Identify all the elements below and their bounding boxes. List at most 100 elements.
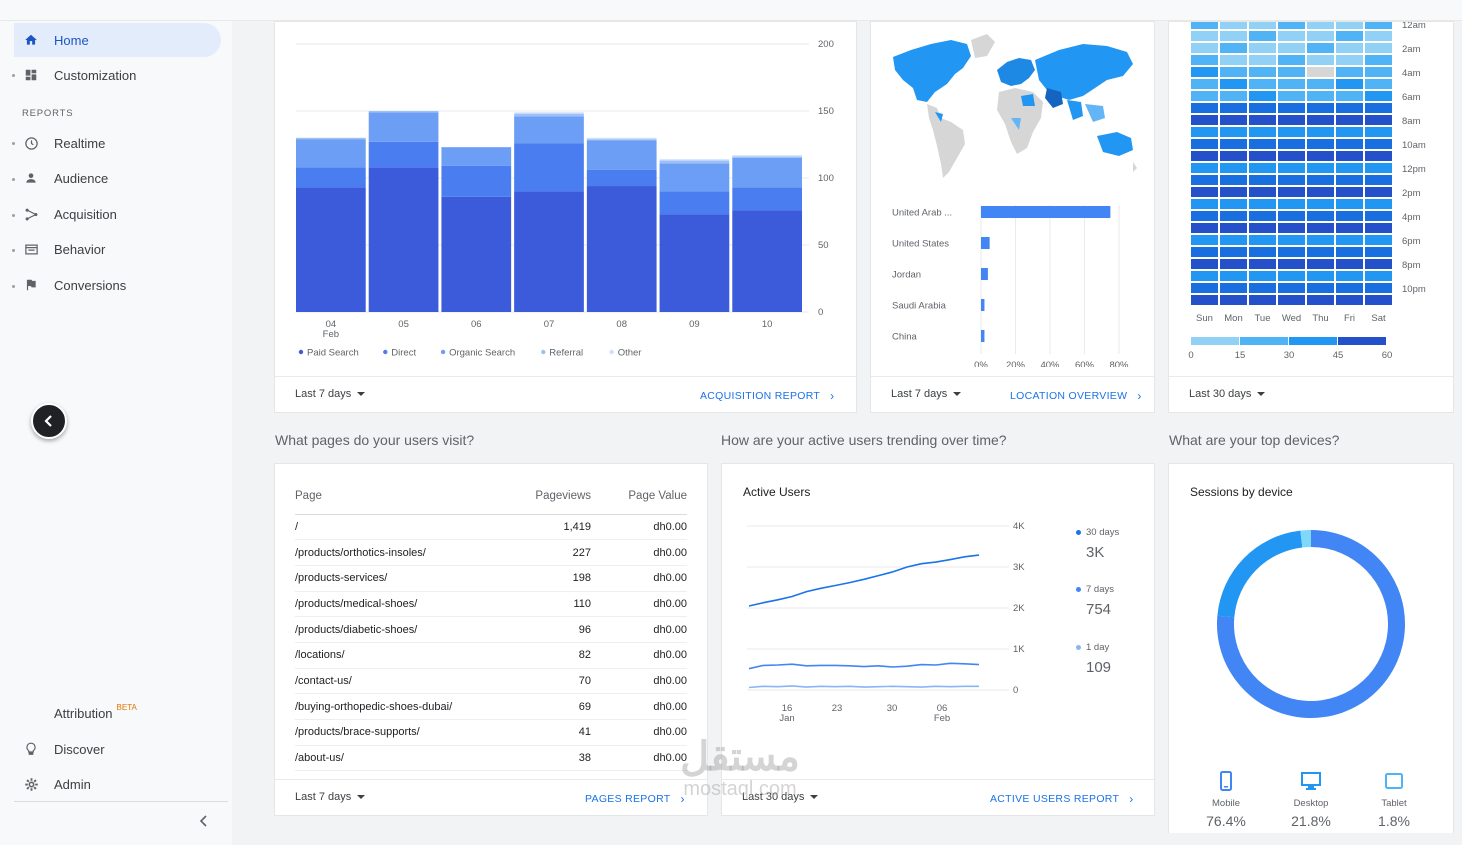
date-range-label: Last 30 days [742,791,805,803]
table-row[interactable]: /products/diabetic-shoes/96 dh0.00 [295,616,687,643]
x-tick-label: 80% [1109,360,1129,367]
heatmap-cell [1220,103,1247,113]
active-users-report-link[interactable]: ACTIVE USERS REPORT › [990,792,1134,806]
person-icon [22,169,40,187]
heatmap-cell [1249,163,1276,173]
legend-label: Referral [549,348,583,359]
heatmap-cell [1365,199,1392,209]
sidebar-item-home[interactable]: Home [14,23,221,57]
heatmap-cell [1249,67,1276,77]
day-label: Sun [1196,313,1213,324]
heatmap-cell [1365,175,1392,185]
scale-segment [1191,337,1239,345]
acquisition-chart: 05010015020004 05 06 07 08 09 10FebPaid Search… [296,39,834,359]
back-button[interactable] [31,403,67,439]
date-range-dropdown[interactable]: Last 7 days [295,388,366,400]
table-row[interactable]: /1,419 dh0.00 [295,514,687,541]
date-range-dropdown[interactable]: Last 30 days [1189,388,1266,400]
device-value: 76.4% [1206,813,1246,829]
heatmap-cell [1336,235,1363,245]
y-tick-label: 3K [1013,562,1025,573]
acquisition-report-link[interactable]: ACQUISITION REPORT › [700,389,834,403]
chevron-right-icon: › [1129,792,1134,806]
device-value: 1.8% [1378,813,1410,829]
pageviews-cell: 227 [509,539,608,566]
table-row[interactable]: /products-services/198 dh0.00 [295,565,687,592]
heatmap-cell [1336,211,1363,221]
date-range-dropdown[interactable]: Last 7 days [891,388,962,400]
sidebar-item-conversions[interactable]: Conversions [14,268,221,302]
bar [981,237,990,249]
table-row[interactable]: /contact-us/70 dh0.00 [295,668,687,695]
collapse-sidebar-button[interactable] [193,811,215,831]
sidebar-item-label: Attribution [54,705,113,721]
heatmap-cell [1220,151,1247,161]
table-row[interactable]: /locations/82 dh0.00 [295,642,687,669]
heatmap-cell [1220,31,1247,41]
page-value-cell: dh0.00 [607,565,687,592]
sidebar-item-attribution[interactable]: Attribution BETA [14,696,221,730]
bar-segment [732,156,802,158]
heatmap-cell [1365,247,1392,257]
x-tick-label: 05 [398,319,409,330]
heatmap-cell [1365,223,1392,233]
bar-segment [514,143,584,192]
heatmap-cell [1278,67,1305,77]
table-row[interactable]: /products/orthotics-insoles/227 dh0.00 [295,539,687,566]
pageviews-cell: 198 [509,565,608,592]
table-row[interactable]: /buying-orthopedic-shoes-dubai/69 dh0.00 [295,693,687,720]
sidebar-item-behavior[interactable]: Behavior [14,232,221,266]
sidebar-item-admin[interactable]: Admin [14,767,221,801]
devices-card: Sessions by device Mobile 76.4% Desktop … [1168,463,1454,833]
location-card: 0% 20% 40% 60% 80% United Arab ... United Stat… [870,21,1155,413]
card-footer: Last 7 days LOCATION OVERVIEW › [871,376,1154,412]
heatmap-cell [1278,79,1305,89]
sidebar-item-discover[interactable]: Discover [14,732,221,766]
chevron-left-icon [44,415,52,427]
card-footer: Last 30 days ACTIVE USERS REPORT › [722,779,1154,815]
heatmap-cell [1191,103,1218,113]
bar-segment [514,113,584,117]
date-range-dropdown[interactable]: Last 30 days [742,791,819,803]
heatmap-cell [1336,91,1363,101]
bar [981,268,988,280]
heatmap-cell [1307,295,1334,305]
sidebar-item-acquisition[interactable]: Acquisition [14,197,221,231]
country-label: Jordan [892,270,921,281]
pages-report-link[interactable]: PAGES REPORT › [585,792,685,806]
report-link-label: LOCATION OVERVIEW [1010,390,1128,402]
sidebar-item-label: Discover [54,741,105,757]
bar-segment [586,137,657,140]
heatmap-cell [1336,163,1363,173]
heatmap-cell [1336,259,1363,269]
sidebar-item-audience[interactable]: Audience [14,161,221,195]
heatmap-cell [1191,295,1218,305]
devices-title: Sessions by device [1190,485,1293,499]
heatmap-cell [1220,199,1247,209]
date-range-dropdown[interactable]: Last 7 days [295,791,366,803]
scale-tick-label: 60 [1382,350,1393,361]
report-link-label: ACQUISITION REPORT [700,390,821,402]
heatmap-cell [1220,127,1247,137]
heatmap-cell [1307,31,1334,41]
sidebar-item-realtime[interactable]: Realtime [14,126,221,160]
sidebar-item-customization[interactable]: Customization [14,58,221,92]
heatmap-cell [1249,271,1276,281]
heatmap-cell [1220,283,1247,293]
heatmap-cell [1336,55,1363,65]
hour-label: 12am [1402,22,1426,31]
page-column-header: Page [295,478,510,515]
x-tick-label: 0% [974,360,988,367]
sidebar-item-label: Conversions [54,277,127,293]
table-row[interactable]: /products/brace-supports/41 dh0.00 [295,719,687,746]
page-path-cell: /products/diabetic-shoes/ [295,616,510,643]
world-map-shapes [893,34,1137,178]
x-tick-label: 09 [689,319,700,330]
table-row[interactable]: /about-us/38 dh0.00 [295,745,687,772]
legend-label: Organic Search [449,348,515,359]
location-overview-link[interactable]: LOCATION OVERVIEW › [1010,389,1142,403]
heatmap-cell [1307,187,1334,197]
table-row[interactable]: /products/medical-shoes/110 dh0.00 [295,591,687,618]
heatmap-cell [1307,259,1334,269]
heatmap-cell [1336,247,1363,257]
